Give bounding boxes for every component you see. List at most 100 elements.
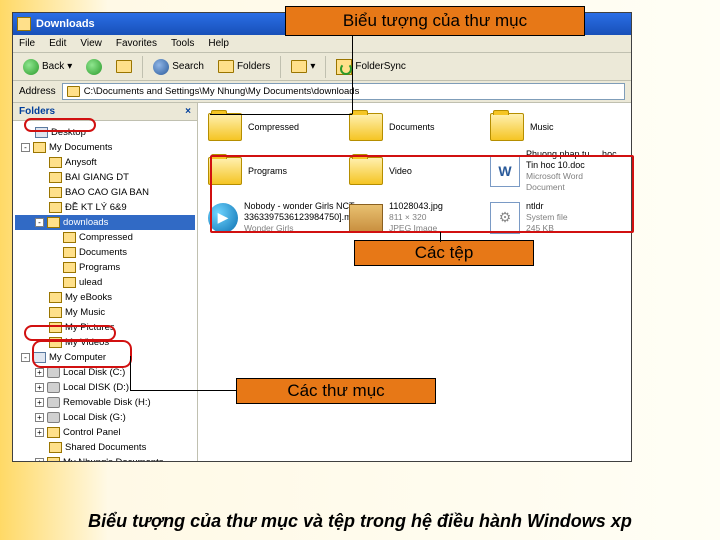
menu-edit[interactable]: Edit <box>49 38 66 49</box>
tree-node[interactable]: Shared Documents <box>15 440 195 455</box>
folder-icon <box>490 113 524 141</box>
menu-help[interactable]: Help <box>208 38 229 49</box>
slide-caption: Biểu tượng của thư mục và tệp trong hệ đ… <box>0 510 720 532</box>
connector-line <box>130 356 131 390</box>
forward-icon <box>86 59 102 75</box>
forward-button[interactable] <box>82 57 106 77</box>
fld-icon <box>49 307 62 318</box>
up-icon <box>116 60 132 73</box>
toolbar: Back ▾ Search Folders ▾ FolderSync <box>13 53 631 81</box>
callout-files: Các tệp <box>354 240 534 266</box>
tree-node[interactable]: ĐỀ KT LÝ 6&9 <box>15 200 195 215</box>
expand-icon[interactable]: - <box>21 353 30 362</box>
separator <box>142 56 143 78</box>
menu-file[interactable]: File <box>19 38 35 49</box>
tree-node[interactable]: +Local DISK (D:) <box>15 380 195 395</box>
tree-node[interactable]: My eBooks <box>15 290 195 305</box>
expand-icon[interactable]: + <box>35 428 44 437</box>
folder-tile[interactable]: Music <box>488 111 623 143</box>
folders-button[interactable]: Folders <box>214 58 274 75</box>
up-button[interactable] <box>112 58 136 75</box>
folder-icon <box>17 17 31 31</box>
connector-line <box>352 36 353 114</box>
tree-node[interactable]: Documents <box>15 245 195 260</box>
folders-icon <box>218 60 234 73</box>
tree-node[interactable]: BAI GIANG DT <box>15 170 195 185</box>
expand-icon[interactable]: - <box>35 218 44 227</box>
disk-icon <box>47 412 60 423</box>
highlight-files <box>210 155 634 233</box>
fld-icon <box>33 142 46 153</box>
fld-icon <box>47 427 60 438</box>
tree-label: Control Panel <box>63 425 121 440</box>
folder-tile[interactable]: Compressed <box>206 111 341 143</box>
tile-label: Music <box>530 122 554 133</box>
fld-icon <box>63 247 76 258</box>
tree-node[interactable]: My Music <box>15 305 195 320</box>
menu-view[interactable]: View <box>80 38 102 49</box>
search-icon <box>153 59 169 75</box>
expand-icon[interactable]: + <box>35 398 44 407</box>
connector-line <box>130 390 236 391</box>
folder-icon <box>349 113 383 141</box>
tree-node[interactable]: + My Nhung's Documents <box>15 455 195 461</box>
tree-label: downloads <box>63 215 108 230</box>
foldersync-button[interactable]: FolderSync <box>332 57 410 77</box>
menu-tools[interactable]: Tools <box>171 38 194 49</box>
folder-icon <box>208 113 242 141</box>
back-button[interactable]: Back ▾ <box>19 57 76 77</box>
expand-icon[interactable]: + <box>35 383 44 392</box>
fld-icon <box>49 442 62 453</box>
disk-icon <box>47 382 60 393</box>
fld-icon <box>63 232 76 243</box>
tree-node[interactable]: + Control Panel <box>15 425 195 440</box>
folder-tile[interactable]: Documents <box>347 111 482 143</box>
connector-line <box>440 232 441 242</box>
menubar[interactable]: File Edit View Favorites Tools Help <box>13 35 631 53</box>
fld-icon <box>49 202 62 213</box>
tree-node[interactable]: - downloads <box>15 215 195 230</box>
tree-label: ulead <box>79 275 102 290</box>
tree-label: BAO CAO GIA BAN <box>65 185 149 200</box>
expand-icon[interactable]: + <box>35 368 44 377</box>
menu-favorites[interactable]: Favorites <box>116 38 157 49</box>
connector-line <box>210 114 352 115</box>
close-pane-icon[interactable]: × <box>185 106 191 117</box>
address-bar: Address C:\Documents and Settings\My Nhu… <box>13 81 631 103</box>
tree-label: My Music <box>65 305 105 320</box>
views-button[interactable]: ▾ <box>287 58 319 75</box>
highlight-disks <box>32 340 132 368</box>
tree-label: My Nhung's Documents <box>63 455 164 461</box>
tree-node[interactable]: + Local Disk (G:) <box>15 410 195 425</box>
back-icon <box>23 59 39 75</box>
search-button[interactable]: Search <box>149 57 208 77</box>
tree-pane: Folders× Desktop-My DocumentsAnysoftBAI … <box>13 103 198 461</box>
tree-label: BAI GIANG DT <box>65 170 129 185</box>
separator <box>325 56 326 78</box>
expand-icon[interactable]: - <box>21 143 30 152</box>
fld-icon <box>49 292 62 303</box>
tree-node[interactable]: ulead <box>15 275 195 290</box>
folder-tree[interactable]: Desktop-My DocumentsAnysoftBAI GIANG DTB… <box>13 121 197 461</box>
tree-node[interactable]: -My Documents <box>15 140 195 155</box>
expand-icon[interactable]: + <box>35 458 44 461</box>
tree-node[interactable]: Programs <box>15 260 195 275</box>
tree-node[interactable]: + Removable Disk (H:) <box>15 395 195 410</box>
tree-label: ĐỀ KT LÝ 6&9 <box>65 200 127 215</box>
tree-label: Local Disk (G:) <box>63 410 126 425</box>
folder-icon <box>67 86 80 97</box>
callout-folder-icon: Biểu tượng của thư mục <box>285 6 585 36</box>
tree-label: Removable Disk (H:) <box>63 395 151 410</box>
tree-label: Programs <box>79 260 120 275</box>
highlight-desktop <box>24 118 96 132</box>
tree-node[interactable]: Anysoft <box>15 155 195 170</box>
address-input[interactable]: C:\Documents and Settings\My Nhung\My Do… <box>62 83 625 100</box>
address-path: C:\Documents and Settings\My Nhung\My Do… <box>84 86 360 97</box>
expand-icon[interactable]: + <box>35 413 44 422</box>
tree-label: Anysoft <box>65 155 97 170</box>
tree-node[interactable]: Compressed <box>15 230 195 245</box>
tree-node[interactable]: BAO CAO GIA BAN <box>15 185 195 200</box>
tree-label: My eBooks <box>65 290 112 305</box>
views-icon <box>291 60 307 73</box>
highlight-mycomputer <box>24 325 116 341</box>
